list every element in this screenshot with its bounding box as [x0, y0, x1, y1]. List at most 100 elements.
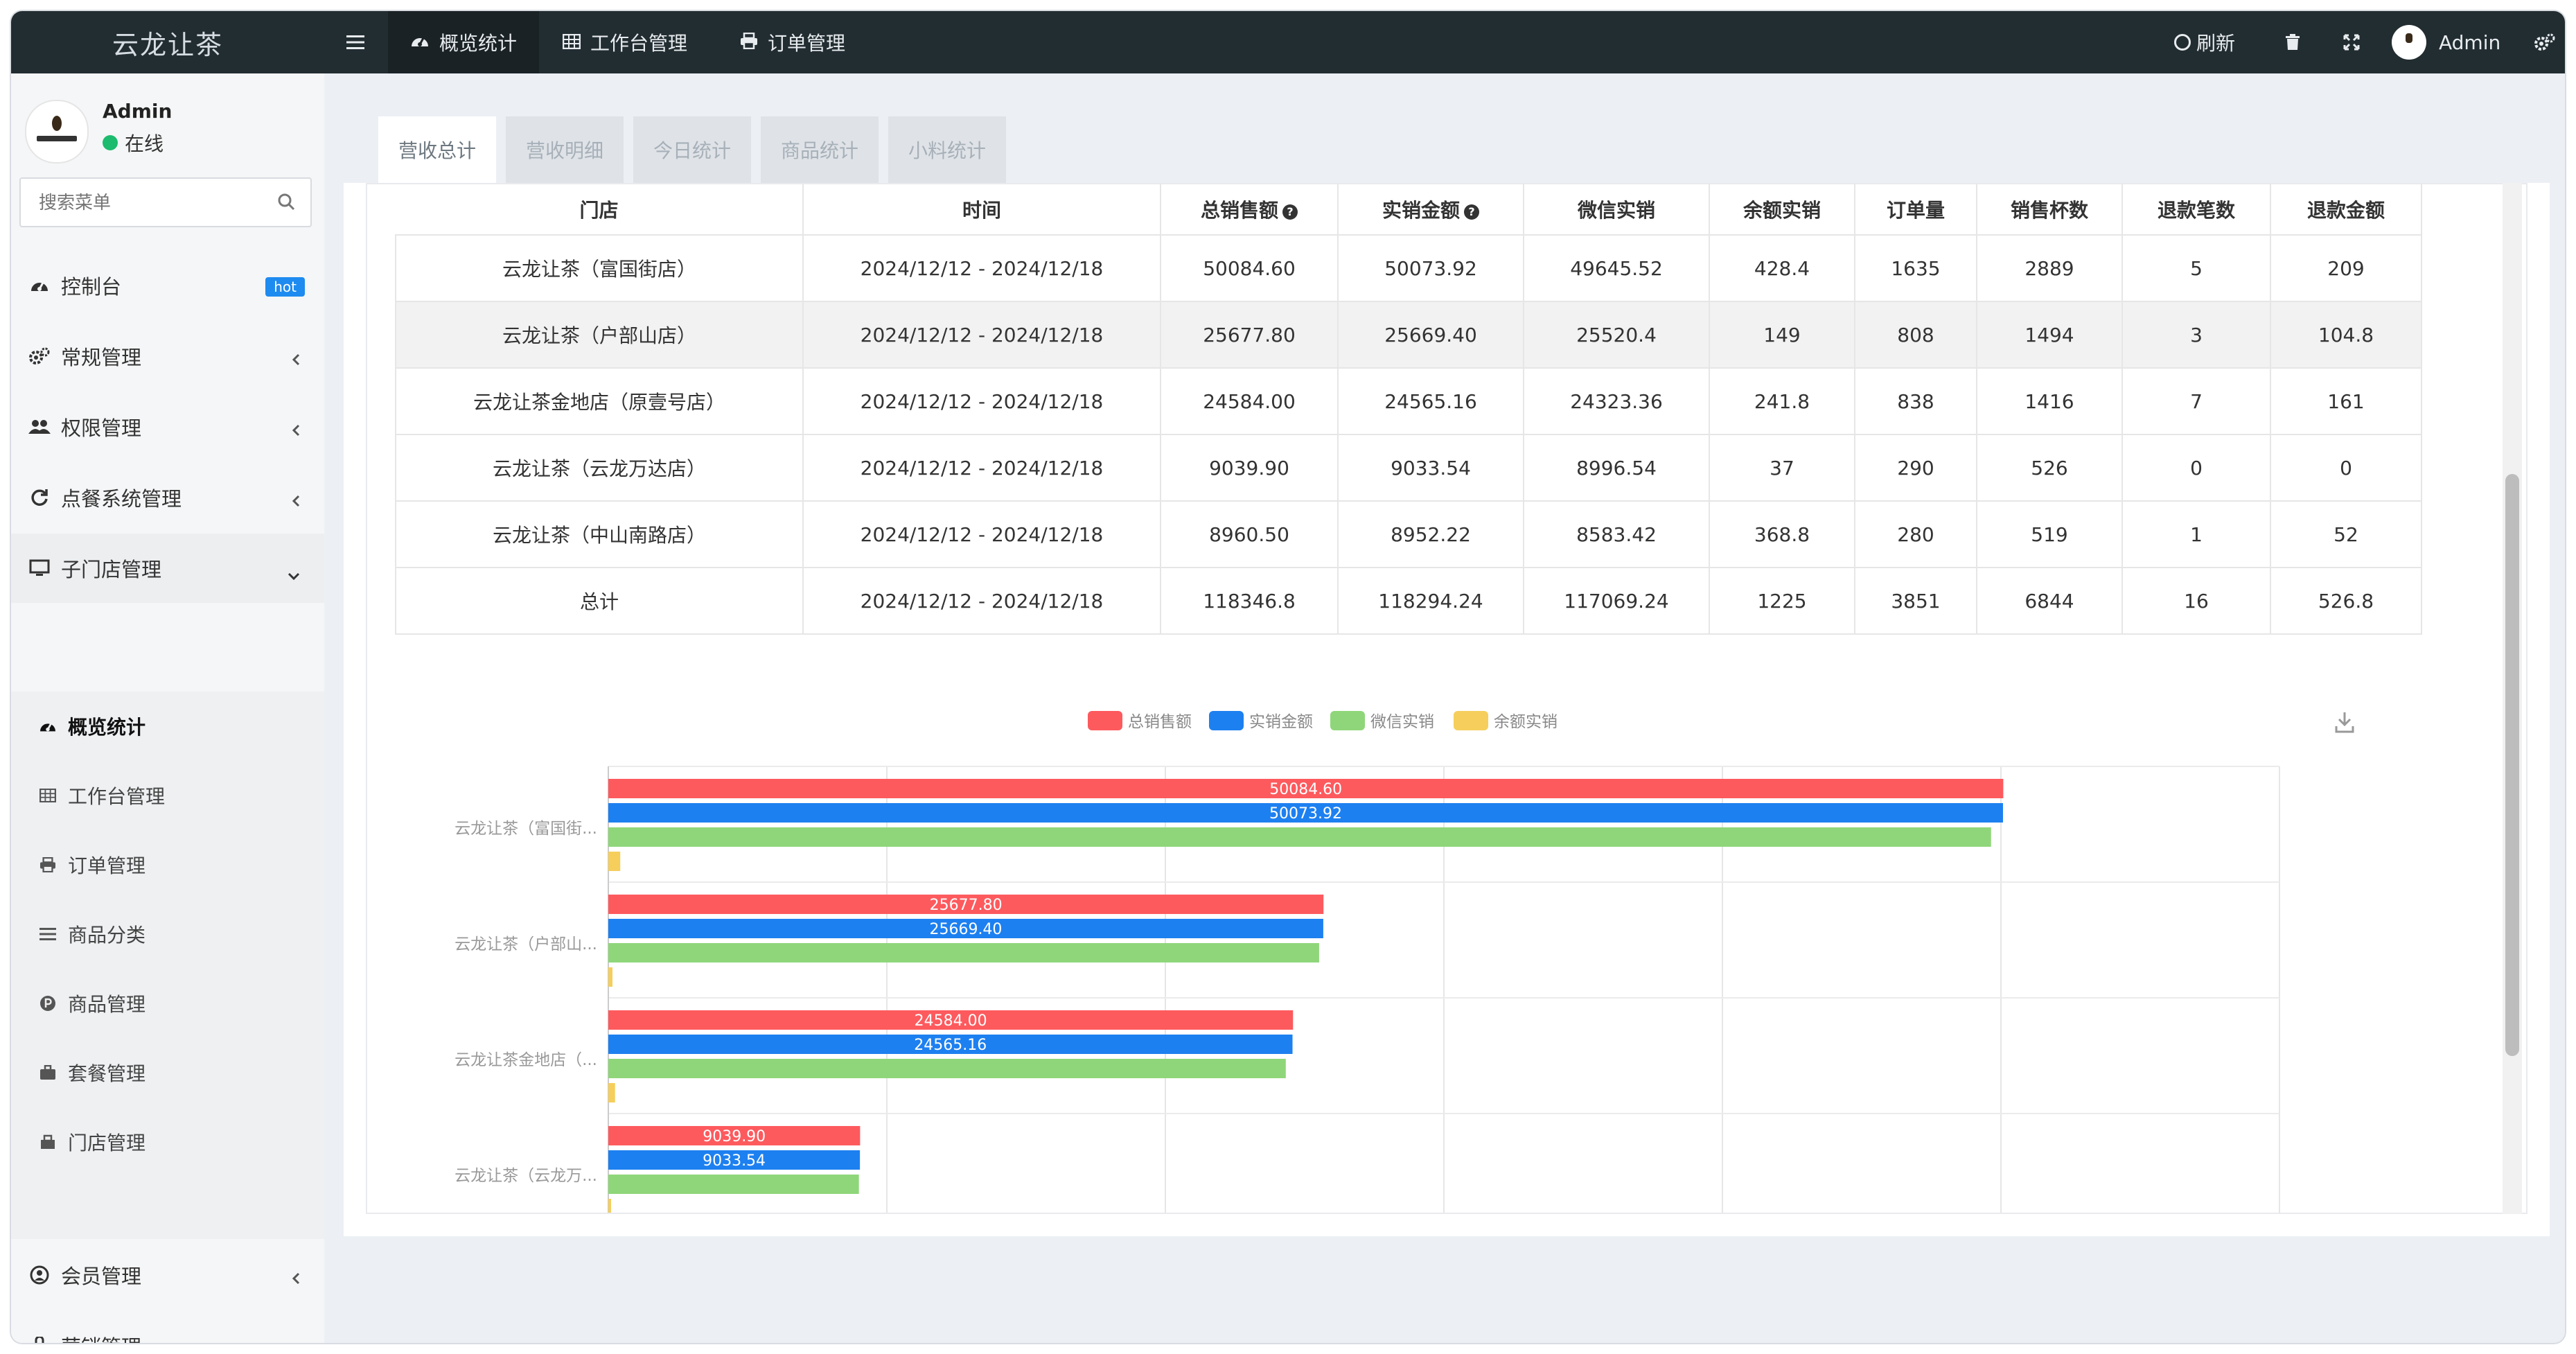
- help-question-icon[interactable]: ?: [1464, 204, 1479, 220]
- fullscreen-icon[interactable]: [2343, 11, 2360, 73]
- table-cell: 50073.92: [1337, 234, 1524, 302]
- table-cell: 149: [1709, 301, 1855, 369]
- scrollbar-thumb[interactable]: [2505, 474, 2519, 1056]
- column-header[interactable]: 总销售额?: [1161, 184, 1339, 236]
- submenu-item-stores[interactable]: 门店管理: [11, 1107, 324, 1177]
- nav-tab-label: 概览统计: [439, 32, 518, 55]
- table-cell: 118294.24: [1337, 567, 1524, 635]
- submenu-item-products[interactable]: 商品管理: [11, 969, 324, 1038]
- column-header[interactable]: 余额实销: [1709, 184, 1855, 236]
- submenu-item-label: 订单管理: [68, 854, 146, 877]
- nav-tab-orders[interactable]: 订单管理: [718, 11, 867, 73]
- nav-tab-overview[interactable]: 概览统计: [388, 11, 540, 73]
- nav-tab-workbench[interactable]: 工作台管理: [540, 11, 709, 73]
- bar[interactable]: [608, 943, 1319, 962]
- table-cell: 16: [2121, 567, 2271, 635]
- menu-search-input[interactable]: [37, 188, 262, 218]
- table-cell: 290: [1854, 434, 1977, 502]
- table-cell: 8960.50: [1160, 500, 1339, 568]
- user-status-label: 在线: [125, 132, 164, 155]
- submenu-item-workbench[interactable]: 工作台管理: [11, 761, 324, 830]
- legend-label[interactable]: 总销售额: [1128, 713, 1192, 731]
- legend-swatch[interactable]: [1330, 711, 1365, 730]
- hot-badge: hot: [265, 277, 305, 297]
- chevron-left-icon: [291, 419, 301, 442]
- column-header[interactable]: 实销金额?: [1338, 184, 1524, 236]
- tab-today-stats[interactable]: 今日统计: [633, 116, 751, 183]
- menu-search[interactable]: [19, 177, 312, 227]
- bar-value-label: 9033.54: [703, 1152, 766, 1170]
- legend-swatch[interactable]: [1209, 711, 1244, 730]
- column-header[interactable]: 销售杯数: [1977, 184, 2123, 236]
- gears-icon[interactable]: [2534, 11, 2555, 73]
- column-header[interactable]: 微信实销: [1524, 184, 1710, 236]
- table-cell: 2024/12/12 - 2024/12/18: [802, 234, 1161, 302]
- column-header[interactable]: 订单量: [1855, 184, 1977, 236]
- tab-topping-stats[interactable]: 小料统计: [888, 116, 1006, 183]
- bar[interactable]: [608, 1059, 1286, 1078]
- tab-revenue-detail[interactable]: 营收明细: [506, 116, 624, 183]
- download-icon[interactable]: [2335, 712, 2354, 733]
- refresh-label: 刷新: [2196, 32, 2236, 55]
- table-icon: [562, 31, 590, 54]
- sidebar-item-members[interactable]: 会员管理: [11, 1240, 324, 1310]
- table-cell: 1: [2121, 500, 2271, 568]
- sidebar-item-permissions[interactable]: 权限管理: [11, 392, 324, 461]
- submenu-item-orders[interactable]: 订单管理: [11, 830, 324, 899]
- column-header[interactable]: 时间: [803, 184, 1161, 236]
- table-cell: 9033.54: [1337, 434, 1524, 502]
- dashboard-icon: [410, 31, 439, 54]
- table-total-row: 总计 2024/12/12 - 2024/12/18 118346.8 118294.…: [395, 567, 2422, 635]
- bar[interactable]: [608, 1199, 611, 1214]
- table-cell: 2024/12/12 - 2024/12/18: [802, 301, 1161, 369]
- avatar: [25, 100, 89, 164]
- sidebar-item-general[interactable]: 常规管理: [11, 322, 324, 391]
- legend-swatch[interactable]: [1088, 711, 1122, 730]
- product-p-icon: [37, 995, 58, 1012]
- sidebar-item-sub-stores[interactable]: 子门店管理: [11, 534, 324, 603]
- nav-tab-label: 工作台管理: [590, 32, 688, 55]
- legend-label[interactable]: 实销金额: [1249, 713, 1313, 731]
- column-header[interactable]: 门店: [396, 184, 804, 236]
- bar-value-label: 25677.80: [930, 897, 1003, 914]
- sidebar-item-console[interactable]: 控制台 hot: [11, 251, 324, 320]
- tab-revenue-total[interactable]: 营收总计: [378, 116, 496, 183]
- table-cell: 5: [2121, 234, 2271, 302]
- category-label: 云龙让茶（云龙万...: [455, 1167, 597, 1185]
- refresh-button[interactable]: 刷新: [2174, 11, 2235, 73]
- sidebar-item-label: 常规管理: [61, 346, 142, 369]
- submenu-item-combos[interactable]: 套餐管理: [11, 1038, 324, 1107]
- column-header[interactable]: 退款金额: [2270, 184, 2422, 236]
- column-header[interactable]: 退款笔数: [2122, 184, 2271, 236]
- app-logo[interactable]: 云龙让茶: [11, 11, 324, 73]
- submenu-item-overview[interactable]: 概览统计: [11, 692, 324, 761]
- table-cell: 云龙让茶（中山南路店）: [395, 500, 804, 568]
- bar[interactable]: [608, 852, 621, 871]
- user-circle-icon: [28, 1265, 51, 1285]
- refresh-icon: [2174, 34, 2191, 51]
- table-cell: 838: [1854, 367, 1977, 435]
- legend-label[interactable]: 余额实销: [1494, 713, 1558, 731]
- table-row: 云龙让茶（云龙万达店） 2024/12/12 - 2024/12/18 9039.9…: [395, 434, 2422, 502]
- legend-label[interactable]: 微信实销: [1370, 713, 1434, 731]
- tab-product-stats[interactable]: 商品统计: [761, 116, 879, 183]
- sidebar-item-ordering-system[interactable]: 点餐系统管理: [11, 463, 324, 532]
- help-question-icon[interactable]: ?: [1282, 204, 1298, 220]
- user-menu[interactable]: Admin: [2392, 11, 2500, 73]
- submenu-item-categories[interactable]: 商品分类: [11, 899, 324, 969]
- trash-icon[interactable]: [2285, 11, 2300, 73]
- scrollbar[interactable]: [2503, 183, 2522, 1214]
- submenu-item-label: 商品管理: [68, 993, 146, 1016]
- bar[interactable]: [608, 967, 612, 987]
- bar[interactable]: [608, 1175, 859, 1194]
- table-cell: 云龙让茶（富国街店）: [395, 234, 804, 302]
- bar[interactable]: [608, 827, 1991, 847]
- legend-swatch[interactable]: [1454, 711, 1488, 730]
- sidebar-toggle-icon[interactable]: [346, 11, 364, 73]
- dashboard-icon: [37, 719, 58, 734]
- search-icon[interactable]: [277, 193, 295, 213]
- table-cell: 49645.52: [1523, 234, 1710, 302]
- sidebar-item-marketing[interactable]: 营销管理: [11, 1311, 324, 1343]
- bar[interactable]: [608, 1083, 615, 1102]
- sidebar: Admin 在线 控制台 hot 常规管理 权限管理 点餐系统管理: [11, 73, 324, 1343]
